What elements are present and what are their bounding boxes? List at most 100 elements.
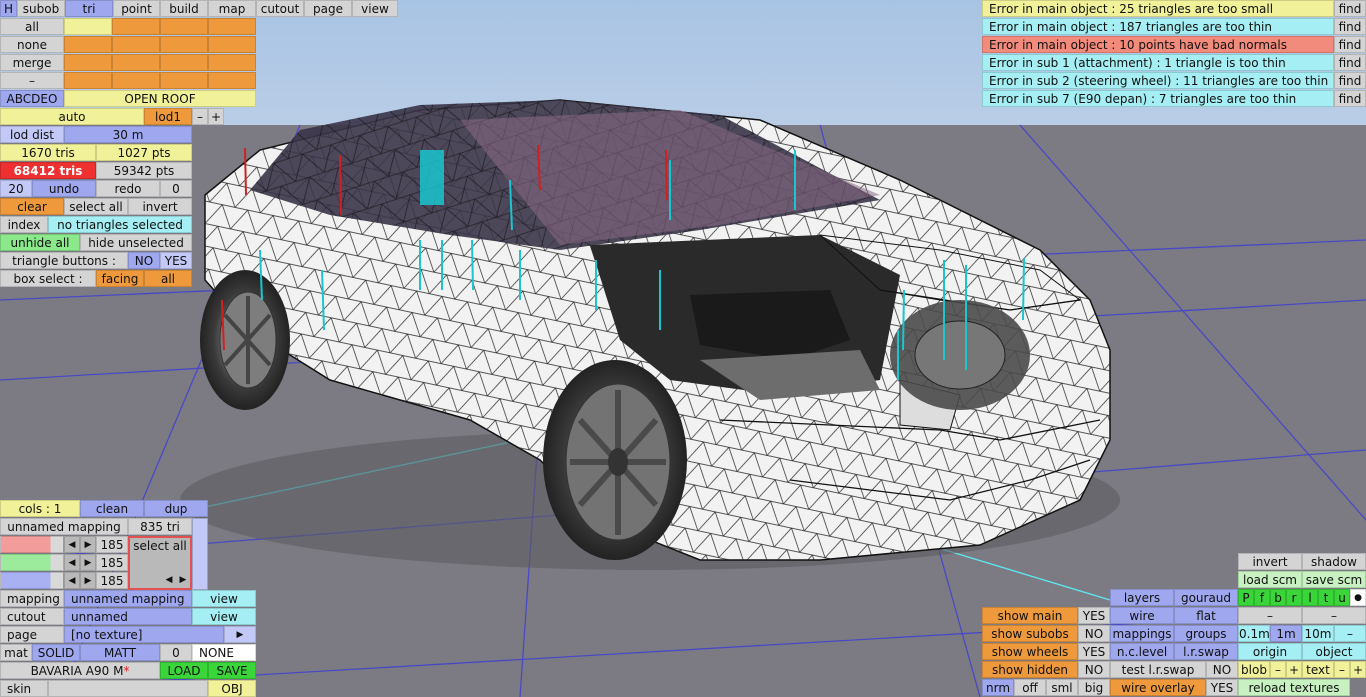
mapping-scrollbar[interactable] [192,518,208,590]
triangle-buttons-yes[interactable]: YES [160,252,192,269]
material-load-button[interactable]: LOAD [160,662,208,679]
object-button[interactable]: object [1302,643,1366,660]
box-select-all[interactable]: all [144,270,192,287]
error-find-button[interactable]: find [1334,0,1366,17]
gouraud-button[interactable]: gouraud [1174,589,1238,606]
mappings-button[interactable]: mappings [1110,625,1174,642]
tab-page[interactable]: page [304,0,352,17]
tab-view[interactable]: view [352,0,398,17]
tab-build[interactable]: build [160,0,208,17]
text-minus-button[interactable]: – [1334,661,1350,678]
mapping-value[interactable]: unnamed mapping [64,590,192,607]
show-main-value[interactable]: YES [1078,607,1110,624]
flat-button[interactable]: flat [1174,607,1238,624]
tab-point[interactable]: point [113,0,160,17]
mapping-view-button[interactable]: view [192,590,256,607]
lod-auto-button[interactable]: auto [0,108,144,125]
hide-unselected-button[interactable]: hide unselected [80,234,192,251]
view-flag-toggle[interactable]: P [1238,589,1254,606]
lod-dist-value[interactable]: 30 m [64,126,192,143]
grid-minus-button[interactable]: – [1334,625,1366,642]
group-cell[interactable] [112,54,160,71]
tab-map[interactable]: map [208,0,256,17]
swatch-left-arrow[interactable]: ◀ [162,572,176,589]
group-cell[interactable] [208,36,256,53]
wire-overlay-button[interactable]: wire overlay [1110,679,1206,696]
abcdeo-button[interactable]: ABCDEO [0,90,64,107]
open-roof-group[interactable]: OPEN ROOF [64,90,256,107]
show-subobs-label[interactable]: show subobs [982,625,1078,642]
group-cell[interactable] [160,72,208,89]
blob-button[interactable]: blob [1238,661,1270,678]
wire-button[interactable]: wire [1110,607,1174,624]
dot-toggle[interactable]: ● [1350,589,1366,606]
show-subobs-value[interactable]: NO [1078,625,1110,642]
select-none-groups[interactable]: none [0,36,64,53]
triangle-buttons-no[interactable]: NO [128,252,160,269]
show-wheels-value[interactable]: YES [1078,643,1110,660]
red-left-arrow[interactable]: ◀ [64,536,80,553]
mat-none-value[interactable]: NONE [192,644,256,661]
red-slider[interactable] [0,536,64,553]
mat-solid-button[interactable]: SOLID [32,644,80,661]
group-cell[interactable] [112,36,160,53]
error-find-button[interactable]: find [1334,18,1366,35]
dash-button-2[interactable]: – [1302,607,1366,624]
group-cell[interactable] [64,54,112,71]
clean-button[interactable]: clean [80,500,144,517]
load-scm-button[interactable]: load scm [1238,571,1302,588]
dup-button[interactable]: dup [144,500,208,517]
invert-view-button[interactable]: invert [1238,553,1302,570]
invert-selection-button[interactable]: invert [128,198,192,215]
big-button[interactable]: big [1078,679,1110,696]
nc-level-button[interactable]: n.c.level [1110,643,1174,660]
blob-minus-button[interactable]: – [1270,661,1286,678]
group-cell[interactable] [208,18,256,35]
test-lr-swap-button[interactable]: test l.r.swap [1110,661,1206,678]
green-right-arrow[interactable]: ▶ [80,554,96,571]
show-wheels-label[interactable]: show wheels [982,643,1078,660]
index-button[interactable]: index [0,216,48,233]
lod1-button[interactable]: lod1 [144,108,192,125]
error-find-button[interactable]: find [1334,72,1366,89]
cutout-view-button[interactable]: view [192,608,256,625]
blue-slider[interactable] [0,572,64,589]
group-cell[interactable] [208,72,256,89]
page-next-arrow[interactable]: ▶ [224,626,256,643]
skin-obj-button[interactable]: OBJ [208,680,256,697]
mapping-name[interactable]: unnamed mapping [0,518,128,535]
error-find-button[interactable]: find [1334,36,1366,53]
skin-value[interactable] [48,680,208,697]
remove-group[interactable]: – [0,72,64,89]
group-cell[interactable] [208,54,256,71]
wire-overlay-value[interactable]: YES [1206,679,1238,696]
sml-button[interactable]: sml [1046,679,1078,696]
mat-matt-button[interactable]: MATT [80,644,160,661]
clear-selection-button[interactable]: clear [0,198,64,215]
merge-groups[interactable]: merge [0,54,64,71]
view-flag-toggle[interactable]: r [1286,589,1302,606]
groups-button[interactable]: groups [1174,625,1238,642]
redo-button[interactable]: redo [96,180,160,197]
swatch-select-all[interactable]: select all [130,538,190,555]
view-flag-toggle[interactable]: l [1302,589,1318,606]
view-flag-toggle[interactable]: t [1318,589,1334,606]
cutout-value[interactable]: unnamed [64,608,192,625]
test-lr-swap-value[interactable]: NO [1206,661,1238,678]
off-button[interactable]: off [1014,679,1046,696]
tab-cutout[interactable]: cutout [256,0,304,17]
dash-button-1[interactable]: – [1238,607,1302,624]
unhide-all-button[interactable]: unhide all [0,234,80,251]
layers-button[interactable]: layers [1110,589,1174,606]
group-cell[interactable] [160,18,208,35]
tab-tri[interactable]: tri [65,0,113,17]
mat-zero-value[interactable]: 0 [160,644,192,661]
error-find-button[interactable]: find [1334,54,1366,71]
nrm-button[interactable]: nrm [982,679,1014,696]
group-cell[interactable] [64,72,112,89]
blue-right-arrow[interactable]: ▶ [80,572,96,589]
blob-plus-button[interactable]: + [1286,661,1302,678]
view-flag-toggle[interactable]: b [1270,589,1286,606]
cols-field[interactable]: cols : 1 [0,500,80,517]
origin-button[interactable]: origin [1238,643,1302,660]
